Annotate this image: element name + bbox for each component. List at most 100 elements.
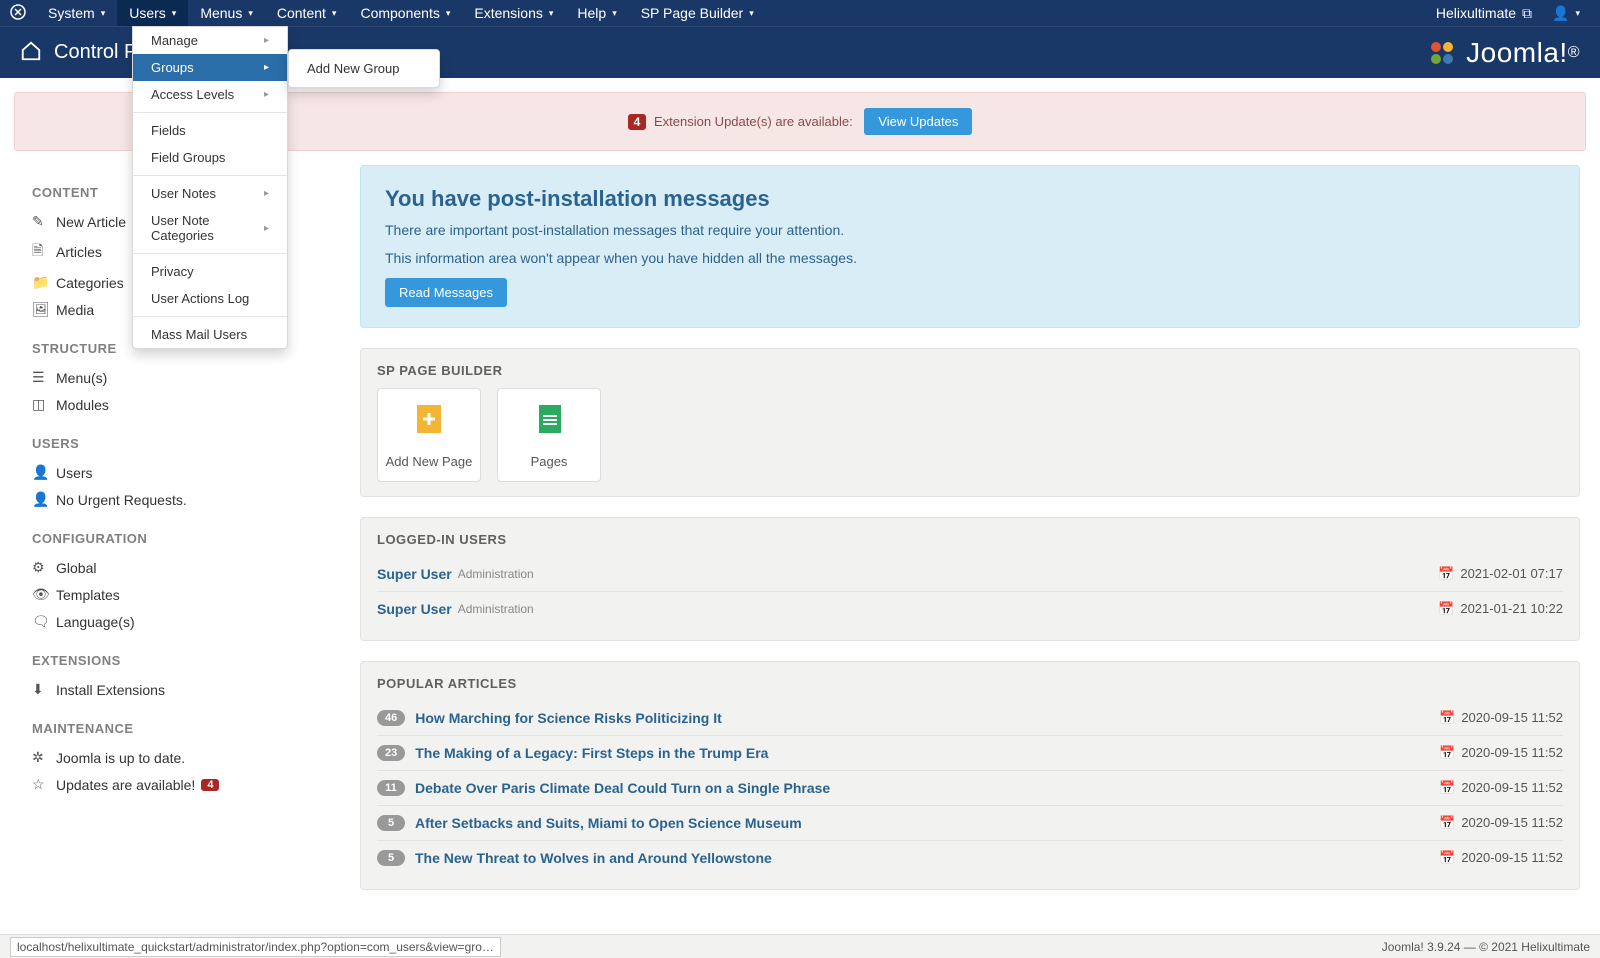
popular-row: 46 How Marching for Science Risks Politic… — [377, 701, 1563, 735]
sidebar-icon: 🖼 — [32, 301, 56, 318]
sidebar-icon: ◫ — [32, 396, 56, 413]
sidebar-icon: ⚙ — [32, 559, 56, 576]
login-date: 📅2021-01-21 10:22 — [1438, 601, 1563, 617]
alert-text: Extension Update(s) are available: — [654, 114, 853, 129]
site-link[interactable]: Helixultimate ⧉ — [1426, 5, 1542, 22]
caret-down-icon: ▾ — [749, 8, 754, 19]
sidebar-item-modules[interactable]: ◫Modules — [32, 391, 328, 418]
sidebar-icon: ⬇ — [32, 681, 56, 698]
article-date: 📅2020-09-15 11:52 — [1439, 710, 1563, 726]
user-link[interactable]: Super User — [377, 566, 452, 582]
article-link[interactable]: Debate Over Paris Climate Deal Could Tur… — [415, 780, 830, 796]
user-link[interactable]: Super User — [377, 601, 452, 617]
hit-count: 23 — [377, 745, 405, 761]
dropdown-user-note-categories[interactable]: User Note Categories▸ — [133, 207, 287, 249]
calendar-icon: 📅 — [1439, 815, 1455, 830]
calendar-icon: 📅 — [1439, 745, 1455, 760]
article-date: 📅2020-09-15 11:52 — [1439, 745, 1563, 761]
users-dropdown: Manage▸Groups▸Access Levels▸ FieldsField … — [132, 26, 288, 349]
dropdown-user-actions-log[interactable]: User Actions Log — [133, 285, 287, 312]
article-link[interactable]: How Marching for Science Risks Politiciz… — [415, 710, 722, 726]
dropdown-mass-mail-users[interactable]: Mass Mail Users — [133, 321, 287, 348]
sidebar-item-updates-are-available-[interactable]: ☆Updates are available!4 — [32, 771, 328, 798]
sidebar-item-language-s-[interactable]: 🗨Language(s) — [32, 608, 328, 635]
sidebar-item-users[interactable]: 👤Users — [32, 459, 328, 486]
hit-count: 5 — [377, 815, 405, 831]
external-icon: ⧉ — [1522, 5, 1532, 22]
caret-down-icon: ▾ — [549, 8, 554, 19]
user-icon: 👤 — [1552, 5, 1569, 22]
menu-menus[interactable]: Menus▾ — [188, 0, 265, 26]
dropdown-groups[interactable]: Groups▸ — [133, 54, 287, 81]
dropdown-field-groups[interactable]: Field Groups — [133, 144, 287, 171]
sidebar-icon: 🗨 — [32, 613, 56, 630]
sidebar-heading: MAINTENANCE — [32, 721, 328, 736]
view-updates-button[interactable]: View Updates — [864, 108, 972, 135]
status-bar: localhost/helixultimate_quickstart/admin… — [0, 934, 1600, 958]
article-link[interactable]: The Making of a Legacy: First Steps in t… — [415, 745, 768, 761]
dropdown-privacy[interactable]: Privacy — [133, 258, 287, 285]
sidebar-item-install-extensions[interactable]: ⬇Install Extensions — [32, 676, 328, 703]
post-install-title: You have post-installation messages — [385, 186, 1555, 212]
menu-components[interactable]: Components▾ — [348, 0, 462, 26]
caret-down-icon: ▾ — [446, 8, 451, 19]
status-copyright: Joomla! 3.9.24 — © 2021 Helixultimate — [1382, 940, 1590, 954]
article-link[interactable]: After Setbacks and Suits, Miami to Open … — [415, 815, 802, 831]
menu-users[interactable]: Users▾ — [117, 0, 188, 26]
menu-help[interactable]: Help▾ — [565, 0, 628, 26]
caret-down-icon: ▾ — [332, 8, 337, 19]
article-link[interactable]: The New Threat to Wolves in and Around Y… — [415, 850, 772, 866]
update-count-badge: 4 — [628, 114, 647, 130]
chevron-right-icon: ▸ — [264, 62, 269, 73]
sidebar-icon: 🗎 — [32, 240, 56, 264]
sidebar-icon: 📁 — [32, 274, 56, 291]
hit-count: 46 — [377, 710, 405, 726]
sidebar-icon: ☆ — [32, 776, 56, 793]
sidebar-item-joomla-is-up-to-date-[interactable]: ✲Joomla is up to date. — [32, 744, 328, 771]
logged-in-users-panel: LOGGED-IN USERS Super UserAdministration… — [360, 517, 1580, 641]
caret-down-icon: ▾ — [248, 8, 253, 19]
sidebar-item-templates[interactable]: 👁Templates — [32, 581, 328, 608]
caret-down-icon: ▾ — [172, 8, 177, 19]
sp-heading: SP PAGE BUILDER — [377, 363, 1563, 378]
sidebar-item-no-urgent-requests-[interactable]: 👤No Urgent Requests. — [32, 486, 328, 513]
dropdown-fields[interactable]: Fields — [133, 117, 287, 144]
caret-down-icon: ▾ — [1575, 8, 1580, 19]
joomla-icon — [10, 4, 26, 23]
dropdown-access-levels[interactable]: Access Levels▸ — [133, 81, 287, 108]
user-menu[interactable]: 👤 ▾ — [1542, 5, 1590, 22]
dropdown-divider — [133, 316, 287, 317]
calendar-icon: 📅 — [1439, 850, 1455, 865]
add-new-page-card[interactable]: Add New Page — [377, 388, 481, 482]
badge: 4 — [201, 779, 219, 791]
popular-row: 11Debate Over Paris Climate Deal Could T… — [377, 770, 1563, 805]
menu-sp-page-builder[interactable]: SP Page Builder▾ — [629, 0, 766, 26]
menu-system[interactable]: System▾ — [36, 0, 117, 26]
caret-down-icon: ▾ — [101, 8, 106, 19]
dropdown-manage[interactable]: Manage▸ — [133, 27, 287, 54]
submenu-add-new-group[interactable]: Add New Group — [289, 55, 439, 82]
main-content: You have post-installation messages Ther… — [360, 165, 1600, 930]
post-install-text-1: There are important post-installation me… — [385, 222, 1555, 238]
popular-row: 23 The Making of a Legacy: First Steps in… — [377, 735, 1563, 770]
logged-in-row: Super UserAdministration📅2021-01-21 10:2… — [377, 591, 1563, 626]
status-url: localhost/helixultimate_quickstart/admin… — [10, 937, 501, 957]
sidebar-heading: USERS — [32, 436, 328, 451]
menu-content[interactable]: Content▾ — [265, 0, 349, 26]
read-messages-button[interactable]: Read Messages — [385, 278, 507, 307]
popular-articles-panel: POPULAR ARTICLES 46 How Marching for Scie… — [360, 661, 1580, 890]
top-menu-right: Helixultimate ⧉ 👤 ▾ — [1426, 5, 1590, 22]
main-menu: System▾Users▾Menus▾Content▾Components▾Ex… — [36, 0, 766, 26]
calendar-icon: 📅 — [1439, 710, 1455, 725]
calendar-icon: 📅 — [1439, 780, 1455, 795]
sidebar-item-menu-s-[interactable]: ☰Menu(s) — [32, 364, 328, 391]
sidebar-icon: 👤 — [32, 491, 56, 508]
sidebar-item-global[interactable]: ⚙Global — [32, 554, 328, 581]
menu-extensions[interactable]: Extensions▾ — [462, 0, 565, 26]
popular-heading: POPULAR ARTICLES — [377, 676, 1563, 691]
dropdown-user-notes[interactable]: User Notes▸ — [133, 180, 287, 207]
pages-card[interactable]: Pages — [497, 388, 601, 482]
logged-in-row: Super UserAdministration📅2021-02-01 07:1… — [377, 557, 1563, 591]
sidebar-icon: 👁 — [32, 586, 56, 603]
sidebar-heading: EXTENSIONS — [32, 653, 328, 668]
